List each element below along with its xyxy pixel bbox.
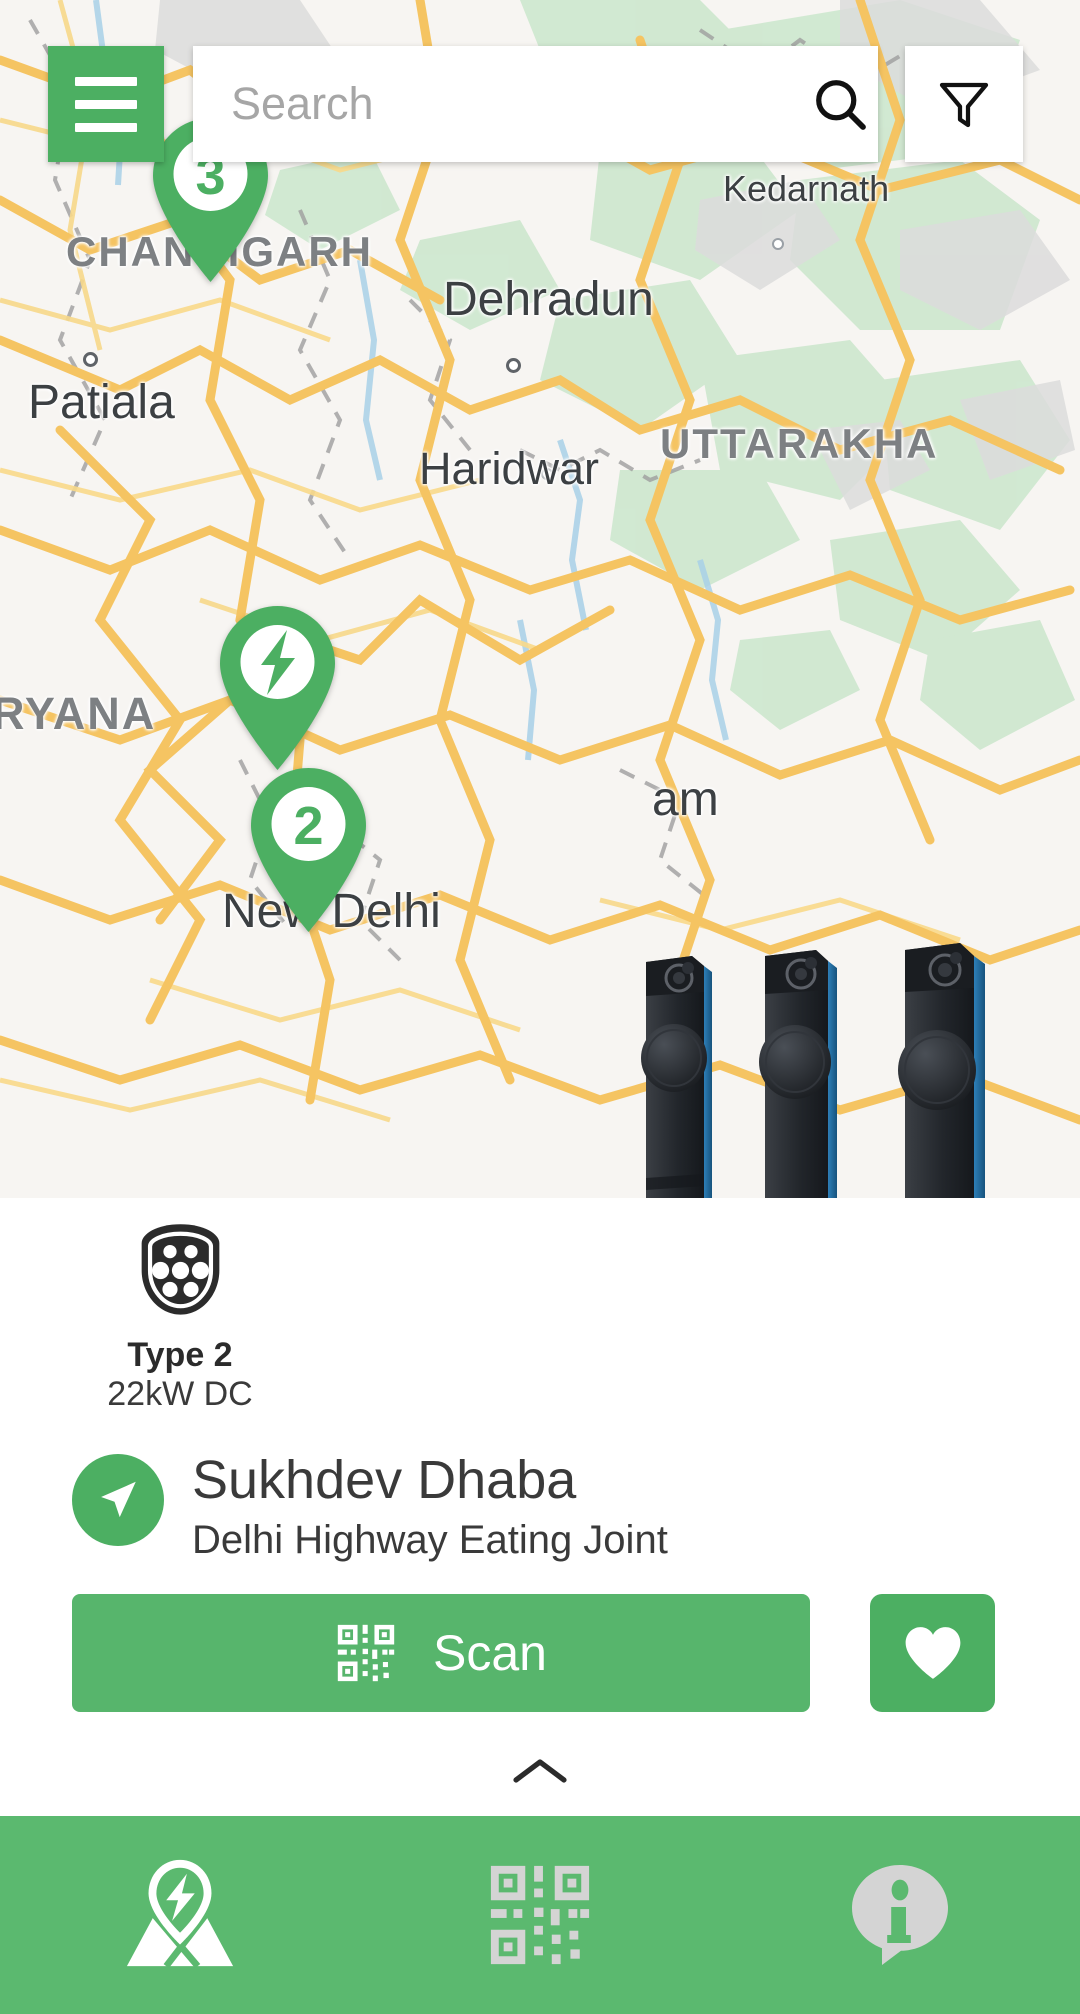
- bottom-navigation-bar: [0, 1816, 1080, 2014]
- navigate-button[interactable]: [72, 1454, 164, 1546]
- bolt-pin-icon: [220, 606, 335, 770]
- bottom-nav-item-info[interactable]: [720, 1816, 1080, 2014]
- bottom-nav-item-map[interactable]: [0, 1816, 360, 2014]
- heart-icon: [905, 1627, 960, 1679]
- connector-type-label: Type 2: [127, 1336, 233, 1374]
- search-bar[interactable]: [193, 46, 878, 162]
- hamburger-icon-bar: [75, 99, 137, 109]
- scan-button-label: Scan: [433, 1625, 547, 1681]
- search-icon[interactable]: [810, 74, 870, 134]
- filter-funnel-icon: [939, 82, 989, 128]
- station-detail-card: Type 2 22kW DC Sukhdev Dhaba Delhi Highw…: [0, 1198, 1080, 1816]
- type2-connector-icon: [141, 1224, 219, 1315]
- qr-code-icon: [337, 1624, 395, 1682]
- map-pin-cluster-2[interactable]: 2: [246, 765, 371, 935]
- scan-button[interactable]: Scan: [72, 1594, 810, 1712]
- card-actions: Scan: [72, 1594, 995, 1712]
- city-dot-haridwar: [541, 468, 553, 480]
- top-bar: [0, 0, 1080, 200]
- chevron-up-icon: [513, 1759, 567, 1783]
- hamburger-menu-button[interactable]: [48, 46, 164, 162]
- map-pin-charger-station[interactable]: [215, 603, 340, 773]
- station-subtitle: Delhi Highway Eating Joint: [192, 1518, 668, 1563]
- hamburger-icon-bar: [75, 76, 137, 86]
- navigation-arrow-icon: [101, 1481, 136, 1518]
- connector-power-label: 22kW DC: [107, 1375, 253, 1414]
- favorite-button[interactable]: [870, 1594, 995, 1712]
- connector-info: Type 2 22kW DC: [80, 1218, 280, 1414]
- expand-details-handle[interactable]: [0, 1736, 1080, 1806]
- city-dot-dehradun: [506, 358, 521, 373]
- hamburger-icon-bar: [75, 122, 137, 132]
- qr-code-icon: [490, 1865, 590, 1965]
- bottom-nav-item-scan[interactable]: [360, 1816, 720, 2014]
- filter-button[interactable]: [905, 46, 1023, 162]
- station-name: Sukhdev Dhaba: [192, 1450, 577, 1510]
- city-dot-kedarnath: [772, 238, 784, 250]
- station-info: Sukhdev Dhaba Delhi Highway Eating Joint: [72, 1450, 668, 1566]
- map-pin-cluster-2-count: 2: [293, 796, 324, 856]
- city-dot-patiala: [83, 352, 98, 367]
- info-bubble-icon: [852, 1865, 948, 1965]
- search-input[interactable]: [231, 78, 810, 130]
- map-charger-pin-icon: [126, 1859, 234, 1969]
- ev-charging-map-screen: Kedarnath CHANDIGARH Dehradun Patiala UT…: [0, 0, 1080, 2014]
